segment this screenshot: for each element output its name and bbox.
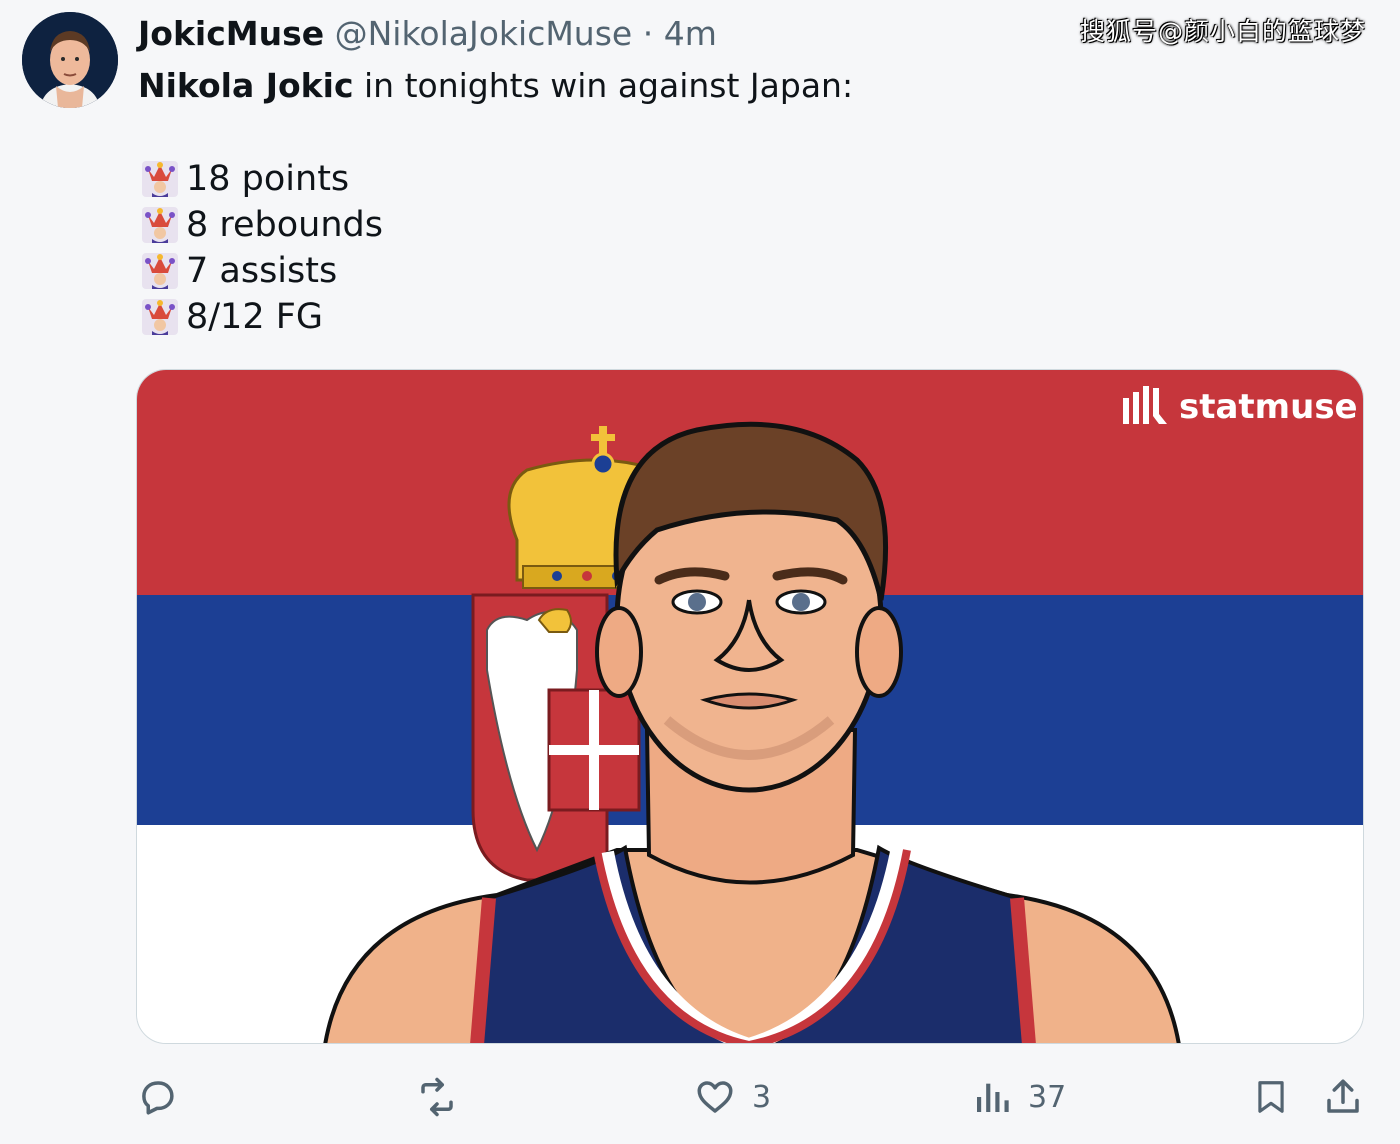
watermark: 搜狐号@颜小白的篮球梦: [1079, 17, 1366, 46]
tweet-text: Nikola Jokic in tonights win against Jap…: [138, 64, 853, 108]
tweet-text-body: in tonights win against Japan:: [353, 66, 854, 105]
avatar-image: [22, 12, 118, 108]
stat-rebounds: 8 rebounds: [186, 205, 383, 245]
jester-emoji-icon: [142, 299, 178, 335]
tweet-text-mention: Nikola Jokic: [138, 66, 354, 105]
statmuse-brand-text: statmuse: [1179, 387, 1358, 427]
share-button[interactable]: [1322, 1076, 1364, 1118]
stat-field-goals: 8/12 FG: [186, 297, 323, 337]
retweet-button[interactable]: [414, 1076, 460, 1118]
views-bar-chart-icon: [977, 1083, 1009, 1112]
reply-button[interactable]: [136, 1076, 178, 1118]
views-button[interactable]: 37: [972, 1076, 1066, 1118]
user-handle[interactable]: @NikolaJokicMuse: [335, 14, 633, 53]
jester-emoji-icon: [142, 161, 178, 197]
stat-row: 8/12 FG: [140, 294, 383, 340]
like-count: 3: [752, 1079, 772, 1115]
jester-emoji-icon: [142, 207, 178, 243]
stat-points: 18 points: [186, 159, 350, 199]
stats-list: 18 points 8 rebounds 7 assists 8/12 FG: [140, 156, 383, 340]
timestamp[interactable]: 4m: [664, 14, 717, 53]
like-button[interactable]: 3: [694, 1076, 771, 1118]
bookmark-button[interactable]: [1252, 1076, 1290, 1118]
separator-dot: ·: [642, 14, 654, 53]
stat-assists: 7 assists: [186, 251, 338, 291]
stat-row: 8 rebounds: [140, 202, 383, 248]
heart-icon: [697, 1081, 733, 1113]
display-name[interactable]: JokicMuse: [138, 14, 324, 53]
stat-row: 18 points: [140, 156, 383, 202]
views-count: 37: [1028, 1079, 1067, 1115]
retweet-icon: [421, 1077, 453, 1117]
tweet-header: JokicMuse @NikolaJokicMuse · 4m: [138, 12, 717, 56]
action-bar: 3 37: [0, 1072, 1400, 1128]
reply-icon: [142, 1081, 174, 1115]
avatar[interactable]: [22, 12, 118, 108]
jester-emoji-icon: [142, 253, 178, 289]
serbia-flag-player-illustration: statmuse: [137, 370, 1363, 1043]
bookmark-icon: [1258, 1081, 1284, 1113]
share-icon: [1327, 1079, 1359, 1113]
statmuse-logo: statmuse: [1123, 386, 1358, 427]
media-image[interactable]: statmuse: [136, 369, 1364, 1044]
stat-row: 7 assists: [140, 248, 383, 294]
